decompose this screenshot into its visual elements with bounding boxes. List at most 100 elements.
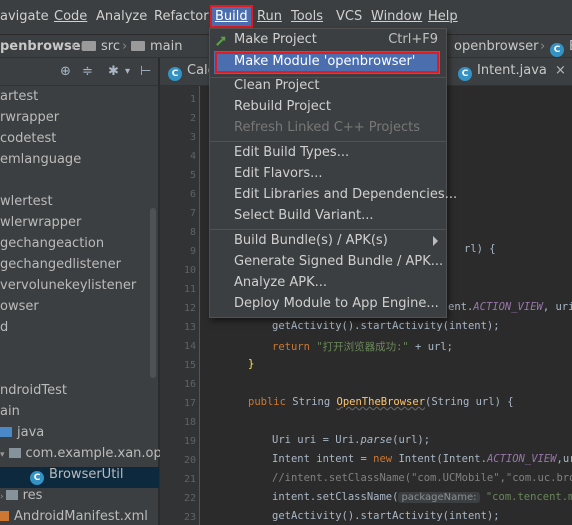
code-line: getActivity().startActivity(intent); <box>272 320 500 332</box>
code-constant: ACTION_VIEW <box>486 453 557 465</box>
code-line: Uri uri = Uri.parse(url); <box>272 434 430 446</box>
menu-item-analyze-apk[interactable]: Analyze APK... <box>210 273 446 294</box>
tree-item-label: res <box>22 488 43 503</box>
menu-help-label: Help <box>428 9 458 24</box>
code-line: Intent intent = new Intent(Intent.ACTION… <box>272 453 572 465</box>
code-text: Uri uri = Uri. <box>272 434 361 446</box>
code-constant: ACTION_VIEW <box>473 301 543 313</box>
breadcrumb-main[interactable]: main <box>131 39 182 54</box>
code-text: (url); <box>392 434 431 446</box>
collapse-icon[interactable]: ≑ <box>82 64 93 79</box>
panel-toolbar: ⊕ ≑ ✱ ▾ ⊢ <box>0 58 159 86</box>
menu-item-clean-project[interactable]: Clean Project <box>210 76 446 97</box>
menu-item-deploy-module[interactable]: Deploy Module to App Engine... <box>210 294 446 315</box>
code-text: } <box>248 358 255 370</box>
tree-item[interactable]: d <box>0 320 8 341</box>
menu-tools[interactable]: Tools <box>291 9 323 24</box>
code-text: getActivity().startActivity(intent); <box>272 510 500 522</box>
menu-item-edit-libraries[interactable]: Edit Libraries and Dependencies... <box>210 185 457 206</box>
menu-item-label: Rebuild Project <box>234 99 332 114</box>
tree-item[interactable]: owser <box>0 299 39 320</box>
menu-separator <box>210 141 446 142</box>
code-text: ,uri); <box>556 453 572 465</box>
menu-item-make-project[interactable]: Make Project Ctrl+F9 <box>210 30 446 51</box>
tree-item[interactable]: ndroidTest <box>0 383 67 404</box>
tab-label: Intent.java <box>477 63 547 78</box>
tree-item[interactable]: emlanguage <box>0 152 81 173</box>
tree-item-java[interactable]: java <box>0 425 44 446</box>
breadcrumb-right-tail[interactable]: CB <box>550 39 572 57</box>
submenu-arrow-icon <box>433 236 438 246</box>
breadcrumb-src[interactable]: src <box>82 39 120 54</box>
tree-item[interactable]: gechangedlistener <box>0 257 121 278</box>
code-line: rl) { <box>464 243 496 255</box>
tree-item-label: ndroidTest <box>0 383 67 398</box>
tab-intent[interactable]: C Intent.java <box>458 63 547 81</box>
menu-window[interactable]: Window <box>371 9 422 24</box>
tree-item[interactable]: wlerwrapper <box>0 215 81 236</box>
tree-item[interactable]: AndroidManifest.xml <box>0 509 148 525</box>
tree-item[interactable]: rwrapper <box>0 110 59 131</box>
tree-item-selected[interactable]: C BrowserUtil <box>0 467 159 488</box>
code-text: , uri <box>542 301 572 313</box>
menu-vcs[interactable]: VCS <box>336 9 362 24</box>
line-number: 1 <box>189 94 196 105</box>
locate-icon[interactable]: ⊕ <box>60 64 71 79</box>
menu-item-edit-build-types[interactable]: Edit Build Types... <box>210 143 446 164</box>
menu-item-edit-flavors[interactable]: Edit Flavors... <box>210 164 446 185</box>
line-number: 15 <box>183 360 196 371</box>
tree-item-label: ain <box>0 404 20 419</box>
tree-item[interactable]: ain <box>0 404 20 425</box>
hide-panel-icon[interactable]: ⊢ <box>140 64 151 79</box>
menu-item-rebuild-project[interactable]: Rebuild Project <box>210 97 446 118</box>
line-number: 13 <box>183 322 196 333</box>
tree-item[interactable]: artest <box>0 89 38 110</box>
line-number: 4 <box>189 151 196 162</box>
code-text: intent.setClassName( <box>272 491 399 503</box>
menu-item-make-module[interactable]: Make Module 'openbrowser' <box>214 51 440 74</box>
code-line: ent.ACTION_VIEW, uri <box>448 301 572 313</box>
line-number: 21 <box>183 474 196 485</box>
menu-navigate[interactable]: avigate <box>0 9 49 24</box>
folder-icon <box>82 41 96 51</box>
breadcrumb-right-project[interactable]: openbrowser <box>454 39 538 54</box>
menu-run[interactable]: Run <box>257 9 282 24</box>
line-number: 8 <box>189 227 196 238</box>
line-number: 11 <box>183 284 196 295</box>
menu-help[interactable]: Help <box>428 9 458 24</box>
menu-item-select-build-variant[interactable]: Select Build Variant... <box>210 206 446 227</box>
menu-analyze[interactable]: Analyze <box>96 9 147 24</box>
line-number: 10 <box>183 265 196 276</box>
class-icon: C <box>168 67 182 81</box>
tree-item[interactable]: vervolunekeylistener <box>0 278 136 299</box>
tree-item-label: java <box>17 425 45 440</box>
menu-refactor[interactable]: Refactor <box>154 9 209 24</box>
parameter-hint: packageName: <box>398 492 480 503</box>
menu-item-label: Make Module 'openbrowser' <box>234 54 416 69</box>
panel-scrollbar[interactable] <box>150 208 156 378</box>
breadcrumb-src-label: src <box>101 39 120 54</box>
menu-separator <box>210 229 446 230</box>
menu-build[interactable]: Build <box>210 5 253 28</box>
menu-item-label: Refresh Linked C++ Projects <box>234 120 421 135</box>
tree-item-label: codetest <box>0 131 57 146</box>
line-number: 9 <box>189 246 196 257</box>
menu-code[interactable]: Code <box>54 9 87 24</box>
class-icon: C <box>458 67 472 81</box>
code-text: (String url) { <box>425 396 514 408</box>
menu-code-label: Code <box>54 9 88 24</box>
tree-item[interactable]: gechangeaction <box>0 236 104 257</box>
tree-item[interactable]: codetest <box>0 131 56 152</box>
chevron-down-icon[interactable]: ▾ <box>125 66 130 77</box>
menu-item-build-bundle[interactable]: Build Bundle(s) / APK(s) <box>210 231 446 252</box>
line-number: 3 <box>189 132 196 143</box>
gear-icon[interactable]: ✱ <box>108 64 119 79</box>
tree-item-package[interactable]: ▾ com.example.xan.oper <box>0 446 175 467</box>
tree-item-label: rwrapper <box>0 110 60 125</box>
code-line: intent.setClassName(packageName: "com.te… <box>272 491 572 503</box>
tree-item[interactable]: wlertest <box>0 194 53 215</box>
code-text: ent. <box>448 301 474 313</box>
close-icon[interactable]: × <box>555 63 566 78</box>
tree-item[interactable]: › res <box>0 488 42 509</box>
menu-item-generate-signed[interactable]: Generate Signed Bundle / APK... <box>210 252 446 273</box>
